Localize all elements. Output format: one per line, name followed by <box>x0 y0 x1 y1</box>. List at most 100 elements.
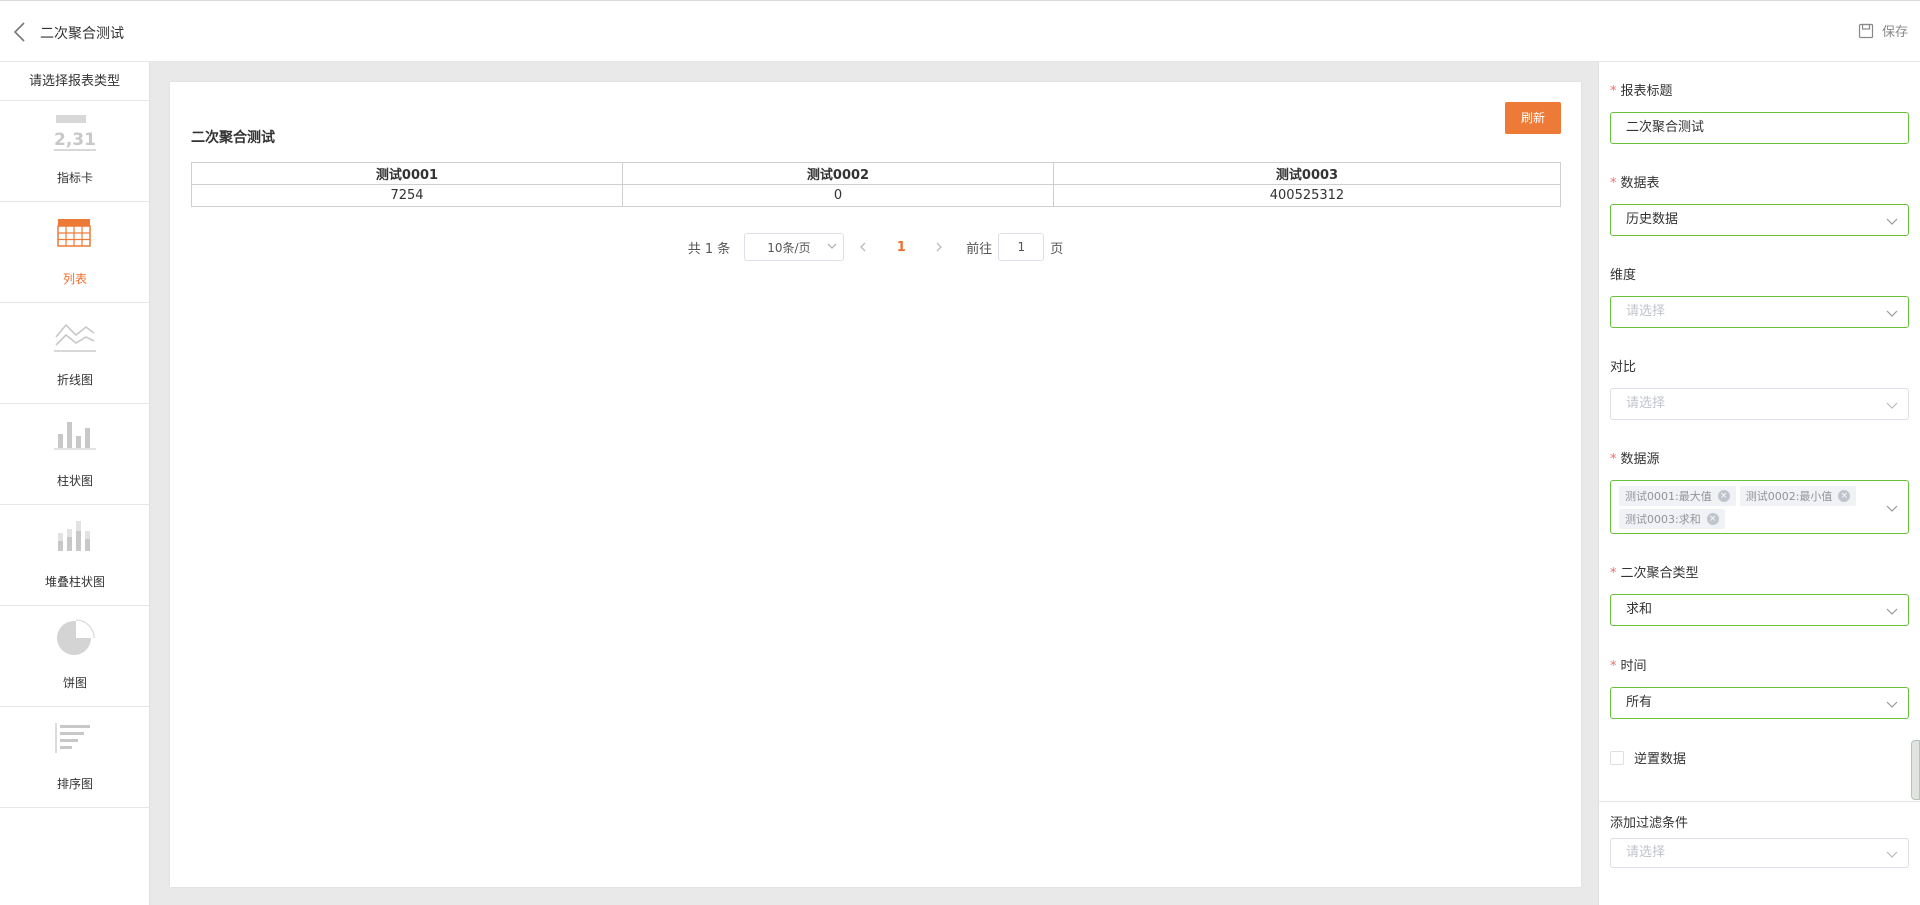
report-title: 二次聚合测试 <box>191 130 275 146</box>
field-label-text: 时间 <box>1620 659 1647 674</box>
pagination: 共 1 条 10条/页 1 前往 页 <box>170 232 1581 262</box>
goto-label: 前往 <box>966 241 993 257</box>
prev-page-button[interactable] <box>844 233 882 261</box>
compare-placeholder: 请选择 <box>1626 396 1666 411</box>
tag-label: 测试0001:最大值 <box>1625 490 1712 503</box>
tag-close-icon[interactable]: × <box>1717 490 1730 502</box>
current-page[interactable]: 1 <box>882 240 920 255</box>
chevron-down-icon <box>1886 310 1898 317</box>
report-type-label: 折线图 <box>56 373 93 387</box>
data-source-field-label: * 数据源 <box>1610 448 1660 467</box>
column-header: 测试0002 <box>622 162 1054 185</box>
refresh-button[interactable]: 刷新 <box>1505 102 1561 134</box>
report-title-input-value: 二次聚合测试 <box>1626 120 1705 135</box>
secondary-agg-field-label: * 二次聚合类型 <box>1610 562 1699 581</box>
indicator-card-icon: 2,312 <box>54 113 108 155</box>
data-table-select[interactable]: 历史数据 <box>1610 204 1909 236</box>
data-source-multiselect[interactable]: 测试0001:最大值 × 测试0002:最小值 × 测试0003:求和 × <box>1610 480 1909 534</box>
config-panel: * 报表标题 二次聚合测试 * 数据表 历史数据 维度 请选择 对比 请选择 * 数据… <box>1598 62 1920 905</box>
report-type-label: 排序图 <box>56 777 93 791</box>
chevron-down-icon <box>1886 218 1898 225</box>
report-type-stacked-bar-chart[interactable]: 堆叠柱状图 <box>0 505 149 606</box>
required-mark: * <box>1610 176 1617 191</box>
required-mark: * <box>1610 659 1617 674</box>
pie-chart-icon <box>54 618 96 660</box>
chevron-down-icon <box>1886 851 1898 858</box>
report-type-table[interactable]: 列表 <box>0 202 149 303</box>
chevron-down-icon <box>827 243 837 249</box>
report-table: 测试0001 测试0002 测试0003 7254 0 400525312 <box>191 162 1561 207</box>
data-source-tag: 测试0001:最大值 × <box>1619 486 1736 506</box>
transpose-checkbox-row[interactable]: 逆置数据 <box>1610 748 1686 767</box>
page-size-value: 10条/页 <box>767 240 811 255</box>
chevron-down-icon <box>1886 608 1898 615</box>
transpose-label: 逆置数据 <box>1634 752 1687 767</box>
secondary-agg-select[interactable]: 求和 <box>1610 594 1909 626</box>
required-mark: * <box>1610 84 1617 99</box>
secondary-agg-value: 求和 <box>1626 602 1653 617</box>
data-table-select-value: 历史数据 <box>1626 212 1679 227</box>
indicator-sample-text: 2,312 <box>54 130 96 150</box>
report-type-ranking-chart[interactable]: 排序图 <box>0 707 149 808</box>
filter-select[interactable]: 请选择 <box>1610 838 1909 868</box>
field-label-text: 数据表 <box>1620 176 1660 191</box>
save-icon <box>1858 23 1874 38</box>
page-title: 二次聚合测试 <box>40 26 124 42</box>
report-card: 二次聚合测试 刷新 测试0001 测试0002 测试0003 7254 0 40… <box>170 82 1581 887</box>
panel-divider <box>1599 801 1920 802</box>
field-label-text: 数据源 <box>1620 452 1660 467</box>
filter-field-label: 添加过滤条件 <box>1610 816 1689 831</box>
sidebar-title: 请选择报表类型 <box>0 62 149 101</box>
tag-close-icon[interactable]: × <box>1838 490 1851 502</box>
data-source-tag: 测试0003:求和 × <box>1619 509 1725 529</box>
column-header: 测试0001 <box>191 162 623 185</box>
dimension-select[interactable]: 请选择 <box>1610 296 1909 328</box>
report-title-field-label: * 报表标题 <box>1610 80 1673 99</box>
report-type-label: 柱状图 <box>56 474 93 488</box>
page-size-select[interactable]: 10条/页 <box>744 233 845 261</box>
goto-page-input[interactable] <box>998 233 1045 261</box>
transpose-checkbox[interactable] <box>1610 750 1624 765</box>
chevron-right-icon <box>936 242 943 252</box>
report-type-indicator-card[interactable]: 2,312 指标卡 <box>0 101 149 202</box>
save-button[interactable]: 保存 <box>1858 21 1908 40</box>
report-type-label: 饼图 <box>62 676 87 690</box>
table-cell: 7254 <box>191 184 623 207</box>
pagination-total: 共 1 条 <box>687 241 731 257</box>
stacked-bar-chart-icon <box>54 517 96 559</box>
filter-placeholder: 请选择 <box>1626 845 1666 860</box>
report-canvas: 二次聚合测试 刷新 测试0001 测试0002 测试0003 7254 0 40… <box>150 62 1598 905</box>
required-mark: * <box>1610 566 1617 581</box>
chevron-down-icon <box>1886 701 1898 708</box>
back-arrow-icon[interactable] <box>12 21 28 43</box>
dimension-placeholder: 请选择 <box>1626 304 1666 319</box>
tag-label: 测试0002:最小值 <box>1745 490 1833 503</box>
report-type-sidebar: 请选择报表类型 2,312 指标卡 列表 <box>0 62 150 905</box>
chevron-down-icon <box>1886 505 1898 512</box>
table-cell: 400525312 <box>1053 184 1561 207</box>
tag-close-icon[interactable]: × <box>1706 513 1719 525</box>
data-source-tag: 测试0002:最小值 × <box>1739 486 1857 506</box>
next-page-button[interactable] <box>920 233 958 261</box>
tag-label: 测试0003:求和 <box>1625 513 1701 526</box>
report-type-bar-chart[interactable]: 柱状图 <box>0 404 149 505</box>
time-field-label: * 时间 <box>1610 655 1647 674</box>
time-value: 所有 <box>1626 695 1653 710</box>
report-type-label: 列表 <box>62 272 87 286</box>
panel-scrollbar-handle[interactable] <box>1911 740 1920 800</box>
table-row: 7254 0 400525312 <box>191 184 1561 207</box>
time-select[interactable]: 所有 <box>1610 687 1909 719</box>
report-type-pie-chart[interactable]: 饼图 <box>0 606 149 707</box>
chevron-down-icon <box>1886 402 1898 409</box>
compare-select[interactable]: 请选择 <box>1610 388 1909 420</box>
goto-suffix: 页 <box>1050 241 1064 257</box>
column-header: 测试0003 <box>1053 162 1561 185</box>
top-bar: 二次聚合测试 保存 <box>0 0 1920 62</box>
bar-chart-icon <box>54 416 96 458</box>
report-title-input[interactable]: 二次聚合测试 <box>1610 112 1909 144</box>
data-table-field-label: * 数据表 <box>1610 172 1660 191</box>
save-label: 保存 <box>1881 25 1908 40</box>
ranking-chart-icon <box>54 719 96 761</box>
report-type-line-chart[interactable]: 折线图 <box>0 303 149 404</box>
chevron-left-icon <box>860 242 866 252</box>
